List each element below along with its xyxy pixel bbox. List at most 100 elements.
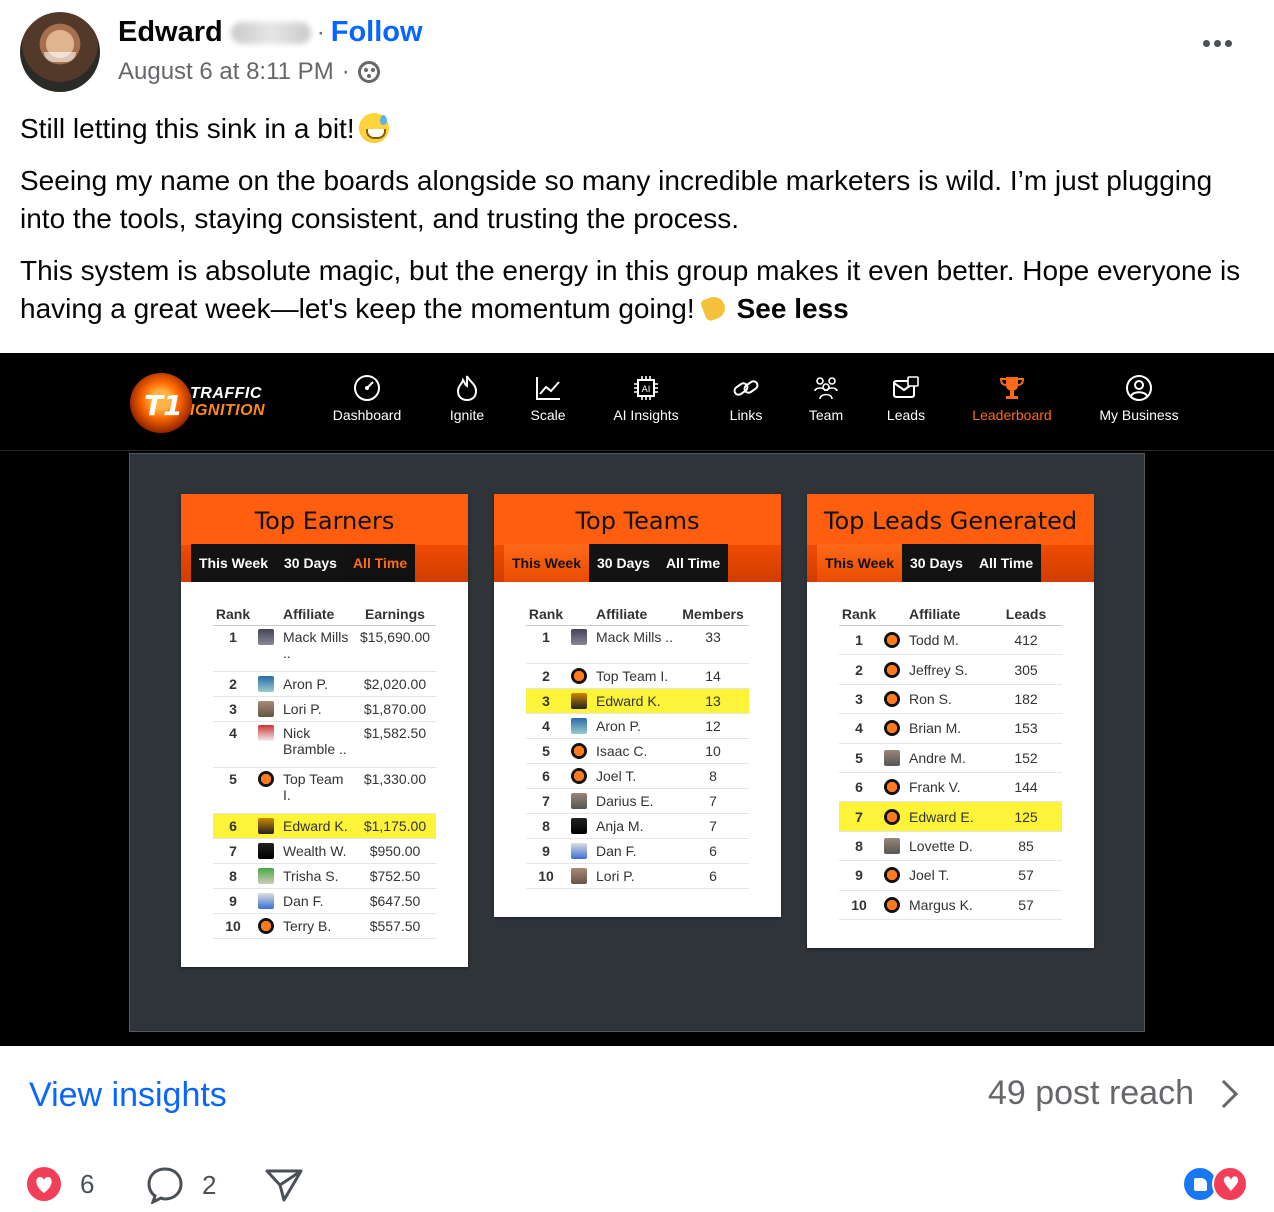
nav-ignite[interactable]: Ignite	[444, 373, 490, 423]
affiliate-name: Terry B.	[283, 918, 332, 934]
table-row: 2 Aron P. $2,020.00	[213, 672, 436, 697]
post-timestamp[interactable]: August 6 at 8:11 PM	[118, 58, 334, 86]
value-cell: 8	[709, 768, 717, 784]
see-less-button[interactable]: See less	[737, 293, 849, 324]
rank-cell: 9	[229, 893, 237, 909]
tab-30-days[interactable]: 30 Days	[589, 544, 658, 582]
nav-leads[interactable]: Leads	[882, 373, 930, 423]
value-cell: $557.50	[369, 918, 421, 934]
period-tabs: This Week 30 Days All Time	[817, 544, 1042, 582]
view-insights-link[interactable]: View insights	[29, 1076, 227, 1115]
nav-links[interactable]: Links	[722, 373, 770, 423]
author-avatar[interactable]	[20, 12, 100, 92]
tab-this-week[interactable]: This Week	[817, 544, 902, 582]
value-cell: 7	[709, 818, 717, 834]
nav-ai-insights[interactable]: AI AI Insights	[606, 373, 686, 423]
tab-30-days[interactable]: 30 Days	[902, 544, 971, 582]
nav-dashboard[interactable]: Dashboard	[326, 373, 408, 423]
more-options-button[interactable]	[1203, 40, 1232, 47]
logo-mark-text: T1	[144, 389, 183, 422]
nav-label: My Business	[1099, 407, 1179, 423]
affiliate-thumbnail	[253, 868, 279, 884]
affiliate-thumbnail	[253, 676, 279, 692]
nav-scale[interactable]: Scale	[526, 373, 570, 423]
table-row: 3 Edward K. 13	[526, 689, 749, 714]
value-cell: $950.00	[369, 843, 421, 859]
column-header: Leads	[1005, 605, 1047, 622]
table-row: 3 Ron S. 182	[839, 685, 1062, 715]
tab-30-days[interactable]: 30 Days	[276, 544, 345, 582]
rank-cell: 3	[542, 693, 550, 709]
comment-icon	[147, 1167, 183, 1204]
rank-cell: 8	[542, 818, 550, 834]
tab-all-time[interactable]: All Time	[344, 544, 416, 582]
post-paragraph: Seeing my name on the boards alongside s…	[20, 162, 1254, 238]
affiliate-thumbnail	[566, 768, 592, 784]
rank-cell: 6	[542, 768, 550, 784]
post-body: Still letting this sink in a bit! Seeing…	[20, 110, 1254, 342]
comment-count: 2	[202, 1169, 217, 1200]
leads-icon	[891, 373, 921, 403]
affiliate-name: Lori P.	[283, 701, 322, 717]
table-row: 4 Brian M. 153	[839, 714, 1062, 744]
avatar-photo	[258, 893, 274, 909]
affiliate-name: Dan F.	[283, 893, 324, 909]
rank-cell: 4	[229, 725, 237, 741]
value-cell: $2,020.00	[363, 676, 427, 692]
avatar-photo	[571, 818, 587, 834]
reaction-summary[interactable]	[1182, 1166, 1248, 1202]
comment-button[interactable]: 2	[146, 1166, 216, 1204]
post-reach-link[interactable]: 49 post reach	[988, 1074, 1239, 1113]
affiliate-thumbnail	[879, 779, 905, 796]
tab-this-week[interactable]: This Week	[191, 544, 276, 582]
author-last-name-blurred	[230, 21, 311, 44]
avatar-photo	[571, 629, 587, 645]
heart-icon	[27, 1167, 61, 1201]
affiliate-thumbnail	[566, 818, 592, 834]
table-row: 10 Terry B. $557.50	[213, 914, 436, 939]
card-title: Top Earners	[254, 507, 395, 535]
nav-team[interactable]: Team	[806, 373, 846, 423]
author-name[interactable]: Edward	[118, 16, 223, 49]
tab-all-time[interactable]: All Time	[970, 544, 1042, 582]
leaderboard-card-top-teams: Top Teams This Week 30 Days All Time Rank Aff…	[494, 494, 781, 917]
affiliate-thumbnail	[879, 720, 905, 737]
rank-cell: 7	[855, 808, 863, 825]
avatar-photo	[884, 837, 900, 854]
affiliate-thumbnail	[253, 918, 279, 934]
tab-all-time[interactable]: All Time	[657, 544, 729, 582]
love-reaction-button[interactable]: 6	[26, 1166, 94, 1202]
value-cell: $752.50	[369, 868, 421, 884]
table-row: 9 Joel T. 57	[839, 861, 1062, 891]
affiliate-thumbnail	[253, 629, 279, 645]
avatar-photo	[884, 749, 900, 766]
post-meta: August 6 at 8:11 PM ·	[118, 58, 380, 86]
leaderboard-card-top-earners: Top Earners This Week 30 Days All Time Rank A…	[181, 494, 468, 967]
affiliate-name: Lovette D.	[909, 837, 973, 854]
post-actions: 6 2	[0, 1150, 1274, 1212]
svg-text:AI: AI	[642, 385, 651, 395]
love-count: 6	[80, 1168, 95, 1199]
rank-cell: 9	[855, 867, 863, 884]
chart-up-icon	[533, 373, 563, 403]
nav-leaderboard[interactable]: Leaderboard	[966, 373, 1058, 423]
chevron-right-icon	[1209, 1079, 1239, 1108]
nav-my-business[interactable]: My Business	[1094, 373, 1184, 423]
nav-items: Dashboard Ignite Scale AI AI Insights Links Te…	[326, 373, 1184, 423]
traffic-ignition-avatar-icon	[258, 771, 274, 787]
rank-cell: 9	[542, 843, 550, 859]
affiliate-thumbnail	[566, 629, 592, 645]
nav-label: Team	[808, 407, 844, 423]
column-header: Rank	[528, 605, 564, 622]
affiliate-thumbnail	[566, 693, 592, 709]
affiliate-thumbnail	[879, 690, 905, 707]
tab-this-week[interactable]: This Week	[504, 544, 589, 582]
card-header: Top Teams This Week 30 Days All Time	[494, 494, 781, 582]
share-button[interactable]	[264, 1166, 304, 1204]
affiliate-thumbnail	[879, 749, 905, 766]
post-image[interactable]: T1 TRAFFIC IGNITION Dashboard Ignite Scale…	[0, 353, 1274, 1046]
affiliate-name: Todd M.	[909, 632, 959, 649]
follow-button[interactable]: Follow	[331, 16, 423, 49]
rank-cell: 7	[229, 843, 237, 859]
rank-cell: 7	[542, 793, 550, 809]
